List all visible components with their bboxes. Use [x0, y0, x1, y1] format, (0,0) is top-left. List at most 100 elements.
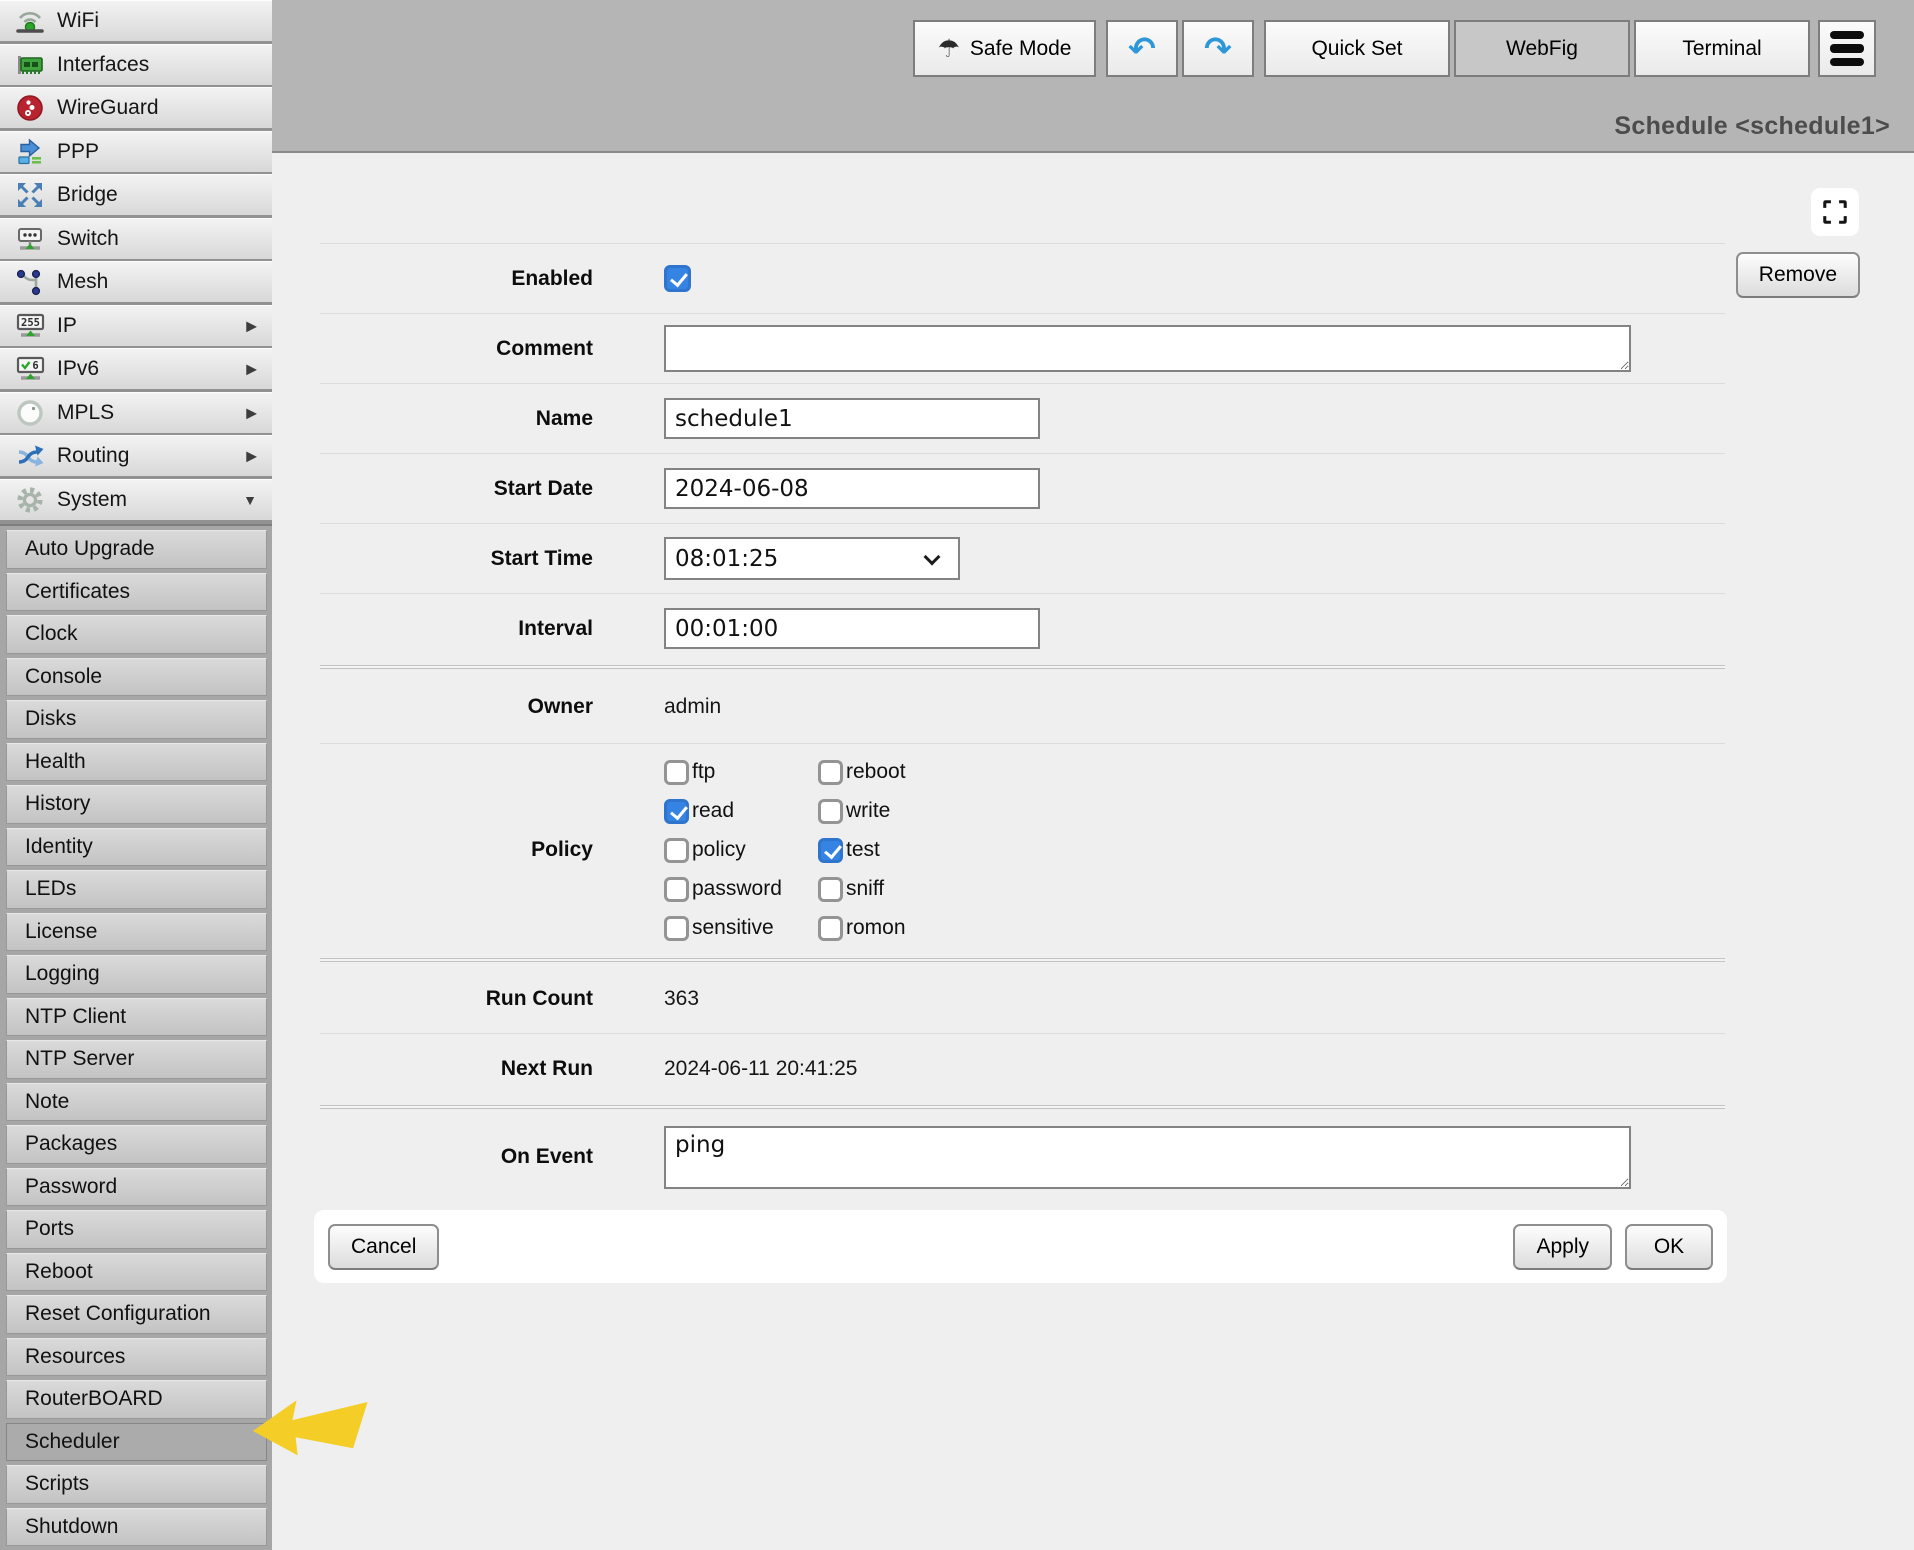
password-checkbox[interactable]	[664, 877, 689, 902]
test-checkbox[interactable]	[818, 838, 843, 863]
sidebar-item-label: WiFi	[57, 9, 99, 33]
sidebar-item-routerboard[interactable]: RouterBOARD	[6, 1380, 267, 1419]
sidebar-item-switch[interactable]: Switch	[0, 218, 272, 259]
sidebar-item-ipv6[interactable]: IPv6 ▶	[0, 348, 272, 389]
sidebar-item-system[interactable]: System ▼	[0, 479, 272, 520]
reboot-checkbox[interactable]	[818, 760, 843, 785]
sidebar-item-label: Shutdown	[25, 1515, 118, 1539]
sidebar-item-interfaces[interactable]: Interfaces	[0, 44, 272, 85]
sidebar-item-bridge[interactable]: Bridge	[0, 174, 272, 215]
remove-button[interactable]: Remove	[1736, 252, 1860, 298]
ipv6-icon	[10, 353, 50, 385]
tab-terminal[interactable]: Terminal	[1634, 20, 1810, 77]
policy-option-reboot: reboot	[818, 760, 906, 785]
ppp-icon	[10, 136, 50, 168]
owner-row: Owner admin	[320, 671, 1725, 743]
write-checkbox[interactable]	[818, 799, 843, 824]
sidebar-item-resources[interactable]: Resources	[6, 1338, 267, 1377]
sidebar-item-mpls[interactable]: MPLS ▶	[0, 392, 272, 433]
sidebar-item-leds[interactable]: LEDs	[6, 870, 267, 909]
sidebar-item-label: Scheduler	[25, 1430, 120, 1454]
policy-option-ftp: ftp	[664, 760, 818, 785]
sidebar-item-password[interactable]: Password	[6, 1168, 267, 1207]
sidebar-item-ntp-server[interactable]: NTP Server	[6, 1040, 267, 1079]
policy-option-password: password	[664, 877, 818, 902]
start-date-input[interactable]	[664, 468, 1040, 509]
sidebar-item-reboot[interactable]: Reboot	[6, 1253, 267, 1292]
tab-webfig[interactable]: WebFig	[1454, 20, 1630, 77]
next-run-value: 2024-06-11 20:41:25	[664, 1057, 857, 1081]
read-checkbox[interactable]	[664, 799, 689, 824]
next-run-row: Next Run 2024-06-11 20:41:25	[320, 1034, 1725, 1103]
name-input[interactable]	[664, 398, 1040, 439]
page-title: Schedule <schedule1>	[1614, 112, 1890, 141]
policy-checkbox[interactable]	[664, 838, 689, 863]
name-label: Name	[320, 407, 593, 431]
policy-option-sniff: sniff	[818, 877, 906, 902]
sidebar-item-auto-upgrade[interactable]: Auto Upgrade	[6, 530, 267, 569]
sidebar-item-packages[interactable]: Packages	[6, 1125, 267, 1164]
sidebar-item-mesh[interactable]: Mesh	[0, 261, 272, 302]
mpls-icon	[10, 397, 50, 429]
sidebar-item-health[interactable]: Health	[6, 743, 267, 782]
sidebar-item-ip[interactable]: IP ▶	[0, 305, 272, 346]
sniff-checkbox[interactable]	[818, 877, 843, 902]
sidebar-item-ntp-client[interactable]: NTP Client	[6, 998, 267, 1037]
sidebar-item-label: IP	[57, 314, 77, 338]
umbrella-icon: ☂	[938, 34, 960, 63]
sidebar-item-logging[interactable]: Logging	[6, 955, 267, 994]
checkbox-label: sensitive	[692, 916, 774, 940]
interval-row: Interval	[320, 594, 1725, 663]
sidebar-item-shutdown[interactable]: Shutdown	[6, 1508, 267, 1547]
on-event-label: On Event	[320, 1145, 593, 1169]
ok-button[interactable]: OK	[1625, 1224, 1713, 1270]
hamburger-menu-button[interactable]	[1818, 20, 1876, 77]
cancel-button[interactable]: Cancel	[328, 1224, 439, 1270]
sidebar-item-clock[interactable]: Clock	[6, 615, 267, 654]
sidebar-item-routing[interactable]: Routing ▶	[0, 435, 272, 476]
sidebar-item-certificates[interactable]: Certificates	[6, 573, 267, 612]
sidebar-item-scheduler[interactable]: Scheduler	[6, 1423, 267, 1462]
run-count-row: Run Count 363	[320, 964, 1725, 1033]
redo-button[interactable]: ↷	[1182, 20, 1254, 77]
policy-row: Policy ftp read polic	[320, 744, 1725, 956]
sidebar-item-console[interactable]: Console	[6, 658, 267, 697]
fullscreen-button[interactable]	[1811, 188, 1859, 236]
apply-button[interactable]: Apply	[1513, 1224, 1612, 1270]
sidebar-item-wireguard[interactable]: WireGuard	[0, 87, 272, 128]
on-event-row: On Event ping	[320, 1111, 1725, 1203]
checkbox-label: policy	[692, 838, 746, 862]
sidebar-item-label: Clock	[25, 622, 78, 646]
owner-value: admin	[664, 695, 721, 719]
start-time-select[interactable]: 08:01:25	[664, 537, 960, 580]
sidebar-item-disks[interactable]: Disks	[6, 700, 267, 739]
sidebar-item-label: Routing	[57, 444, 129, 468]
checkbox-label: write	[846, 799, 890, 823]
sidebar-item-ppp[interactable]: PPP	[0, 131, 272, 172]
sidebar-item-ports[interactable]: Ports	[6, 1210, 267, 1249]
undo-button[interactable]: ↶	[1106, 20, 1178, 77]
romon-checkbox[interactable]	[818, 916, 843, 941]
sidebar-item-note[interactable]: Note	[6, 1083, 267, 1122]
sidebar-item-wifi[interactable]: WiFi	[0, 0, 272, 41]
ftp-checkbox[interactable]	[664, 760, 689, 785]
sidebar-item-history[interactable]: History	[6, 785, 267, 824]
system-submenu: Auto Upgrade Certificates Clock Console …	[0, 524, 272, 1550]
chevron-right-icon: ▶	[246, 361, 257, 378]
enabled-checkbox[interactable]	[664, 265, 691, 292]
next-run-label: Next Run	[320, 1057, 593, 1081]
comment-label: Comment	[320, 337, 593, 361]
sidebar-item-scripts[interactable]: Scripts	[6, 1465, 267, 1504]
comment-input[interactable]	[664, 325, 1631, 372]
sensitive-checkbox[interactable]	[664, 916, 689, 941]
safe-mode-button[interactable]: ☂ Safe Mode	[913, 20, 1096, 77]
sidebar-item-license[interactable]: License	[6, 913, 267, 952]
on-event-input[interactable]: ping	[664, 1126, 1631, 1189]
policy-option-write: write	[818, 799, 906, 824]
interval-label: Interval	[320, 617, 593, 641]
mesh-icon	[10, 266, 50, 298]
tab-quick-set[interactable]: Quick Set	[1264, 20, 1450, 77]
sidebar-item-identity[interactable]: Identity	[6, 828, 267, 867]
interval-input[interactable]	[664, 608, 1040, 649]
sidebar-item-reset-configuration[interactable]: Reset Configuration	[6, 1295, 267, 1334]
